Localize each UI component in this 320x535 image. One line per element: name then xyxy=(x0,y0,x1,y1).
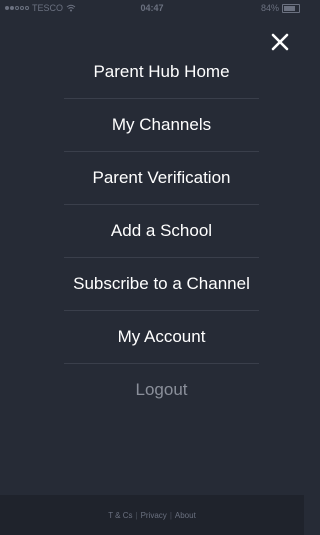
footer-separator: | xyxy=(169,510,172,520)
nav-menu: Parent Hub Home My Channels Parent Verif… xyxy=(64,46,259,416)
footer-link-about[interactable]: About xyxy=(175,511,196,520)
close-button[interactable] xyxy=(268,30,292,54)
menu-item-add-a-school[interactable]: Add a School xyxy=(64,205,259,258)
menu-item-logout[interactable]: Logout xyxy=(64,364,259,416)
menu-item-parent-hub-home[interactable]: Parent Hub Home xyxy=(64,46,259,99)
menu-screen: TESCO 04:47 84% Parent Hub Home My Chann… xyxy=(0,0,304,535)
footer-separator: | xyxy=(135,510,138,520)
close-icon xyxy=(271,33,289,51)
status-right: 84% xyxy=(261,3,300,13)
battery-icon xyxy=(282,3,300,13)
menu-item-my-account[interactable]: My Account xyxy=(64,311,259,364)
menu-item-parent-verification[interactable]: Parent Verification xyxy=(64,152,259,205)
battery-percent: 84% xyxy=(260,3,279,13)
status-time: 04:47 xyxy=(140,3,164,13)
footer-link-privacy[interactable]: Privacy xyxy=(141,511,167,520)
footer-link-terms[interactable]: T & Cs xyxy=(108,511,132,520)
footer: T & Cs | Privacy | About xyxy=(0,495,304,535)
menu-item-subscribe-to-a-channel[interactable]: Subscribe to a Channel xyxy=(64,258,259,311)
menu-item-my-channels[interactable]: My Channels xyxy=(64,99,259,152)
status-bar: TESCO 04:47 84% xyxy=(0,0,304,18)
